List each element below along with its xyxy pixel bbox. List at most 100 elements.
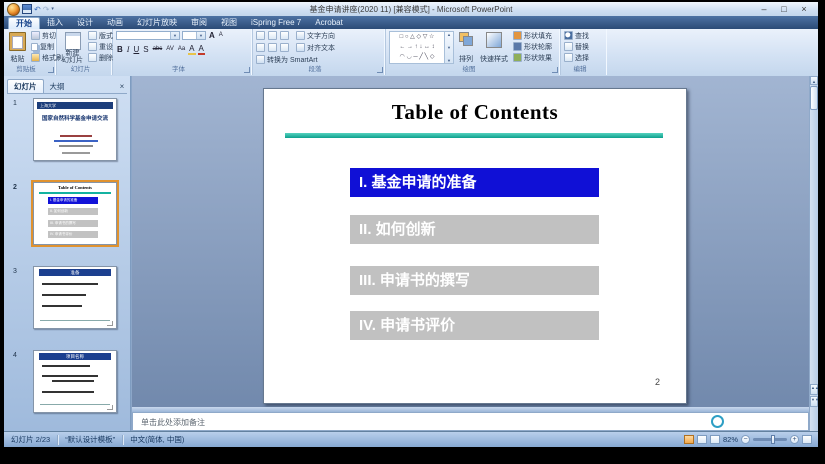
toc-item-3[interactable]: III. 申请书的撰写 — [350, 266, 599, 295]
vertical-scrollbar[interactable]: ▲ ▲▲ ▼▼ — [809, 76, 818, 431]
gallery-up-icon[interactable]: ▲ — [447, 32, 451, 37]
thumb3-footer-line — [40, 320, 110, 321]
toc-item-2[interactable]: II. 如何创新 — [350, 215, 599, 244]
redo-icon[interactable]: ↷ — [43, 5, 50, 14]
group-clipboard: 粘贴 剪切 复制 格式刷 剪贴板 — [4, 29, 57, 75]
current-slide-canvas[interactable]: Table of Contents I. 基金申请的准备 II. 如何创新 II… — [263, 88, 687, 404]
notes-pane[interactable]: 单击此处添加备注 — [132, 412, 809, 431]
close-button[interactable]: × — [798, 3, 810, 15]
group-label-editing: 编辑 — [561, 66, 599, 74]
slide-sorter-view-button[interactable] — [697, 435, 707, 444]
shapes-gallery[interactable]: □ ○ △ ◇ ▽ ☆ ← → ↑ ↓ ↔ ↕ ◠ ◡ ─ ╱ ╲ ◇ — [389, 31, 445, 64]
character-spacing-button[interactable]: AV — [165, 45, 175, 54]
minimize-button[interactable]: – — [758, 3, 770, 15]
slide-editor-area[interactable]: Table of Contents I. 基金申请的准备 II. 如何创新 II… — [132, 76, 809, 431]
tab-animations[interactable]: 动画 — [100, 17, 130, 29]
drawing-dialog-launcher-icon[interactable] — [552, 67, 558, 73]
grow-font-button[interactable]: A — [208, 31, 216, 40]
zoom-out-button[interactable]: − — [741, 435, 750, 444]
thumbnail-number-4: 4 — [13, 352, 17, 359]
indent-icon[interactable] — [280, 31, 289, 40]
align-text-button[interactable]: 对齐文本 — [296, 43, 335, 52]
shape-effects-button[interactable]: 形状效果 — [513, 53, 552, 62]
new-slide-button[interactable]: 新建 幻灯片 — [60, 31, 85, 65]
zoom-in-button[interactable]: + — [790, 435, 799, 444]
save-icon[interactable] — [22, 4, 32, 14]
delete-button[interactable]: 删除 — [88, 53, 113, 62]
scroll-up-icon[interactable]: ▲ — [810, 76, 818, 85]
chevron-down-icon[interactable]: ▼ — [196, 32, 205, 39]
italic-button[interactable]: I — [126, 45, 131, 54]
chevron-down-icon[interactable]: ▼ — [170, 32, 179, 39]
tab-home[interactable]: 开始 — [8, 17, 40, 29]
reset-button[interactable]: 重设 — [88, 42, 113, 51]
replace-icon — [564, 42, 573, 51]
change-case-button[interactable]: Aa — [177, 45, 186, 54]
font-size-combobox[interactable]: ▼ — [182, 31, 206, 40]
panel-close-icon[interactable]: × — [117, 81, 127, 93]
toc-item-4[interactable]: IV. 申请书评价 — [350, 311, 599, 340]
shapes-gallery-scroll[interactable]: ▲ ▼ ▼ — [445, 31, 454, 64]
shadow-button[interactable]: S — [142, 45, 149, 54]
thumbnail-slide-2-selected[interactable]: Table of Contents I. 基金申请的准备 II. 如何创新 II… — [33, 182, 117, 245]
tab-slides-thumbnails[interactable]: 幻灯片 — [7, 79, 44, 93]
paragraph-dialog-launcher-icon[interactable] — [377, 67, 383, 73]
group-slides: 新建 幻灯片 版式 重设 删除 幻灯片 — [57, 29, 113, 75]
arrange-button[interactable]: 排列 — [457, 31, 475, 65]
highlight-color-button[interactable]: A — [188, 44, 195, 55]
align-left-icon[interactable] — [256, 43, 265, 52]
restore-button[interactable]: □ — [778, 3, 790, 15]
zoom-slider[interactable] — [753, 438, 787, 441]
thumbnail-slide-4[interactable]: 项目名称 — [33, 350, 117, 413]
layout-button[interactable]: 版式 — [88, 31, 113, 40]
notes-placeholder[interactable]: 单击此处添加备注 — [141, 417, 205, 428]
thumbnail-slide-3[interactable]: 准备 — [33, 266, 117, 329]
tab-ispring[interactable]: iSpring Free 7 — [244, 17, 308, 29]
quick-styles-button[interactable]: 快速样式 — [478, 31, 510, 65]
next-slide-button[interactable]: ▼▼ — [810, 396, 818, 407]
tab-acrobat[interactable]: Acrobat — [308, 17, 350, 29]
find-button[interactable]: 查找 — [564, 31, 589, 40]
language-indicator[interactable]: 中文(简体, 中国) — [123, 434, 191, 445]
tab-view[interactable]: 视图 — [214, 17, 244, 29]
toc-item-1[interactable]: I. 基金申请的准备 — [350, 168, 599, 197]
slide-title[interactable]: Table of Contents — [264, 100, 686, 125]
align-center-icon[interactable] — [268, 43, 277, 52]
select-button[interactable]: 选择 — [564, 53, 589, 62]
bullets-icon[interactable] — [256, 31, 265, 40]
text-direction-button[interactable]: 文字方向 — [296, 31, 335, 40]
fit-to-window-button[interactable] — [802, 435, 812, 444]
tab-slideshow[interactable]: 幻灯片放映 — [130, 17, 184, 29]
thumbnail-slide-1[interactable]: 上海大学 国家自然科学基金申请交流 — [33, 98, 117, 161]
tab-review[interactable]: 审阅 — [184, 17, 214, 29]
gallery-down-icon[interactable]: ▼ — [447, 45, 451, 50]
underline-button[interactable]: U — [132, 45, 140, 54]
normal-view-button[interactable] — [684, 435, 694, 444]
tab-design[interactable]: 设计 — [70, 17, 100, 29]
smartart-button[interactable]: 转换为 SmartArt — [256, 55, 382, 64]
qat-more-icon[interactable]: ▾ — [51, 5, 54, 14]
font-dialog-launcher-icon[interactable] — [244, 67, 250, 73]
slideshow-view-button[interactable] — [710, 435, 720, 444]
align-right-icon[interactable] — [280, 43, 289, 52]
zoom-slider-handle[interactable] — [771, 435, 775, 444]
previous-slide-button[interactable]: ▲▲ — [810, 384, 818, 395]
paste-button[interactable]: 粘贴 — [7, 31, 28, 65]
tab-outline[interactable]: 大纲 — [44, 80, 71, 93]
zoom-level[interactable]: 82% — [723, 435, 738, 444]
office-button[interactable] — [7, 3, 20, 16]
replace-button[interactable]: 替换 — [564, 42, 589, 51]
numbering-icon[interactable] — [268, 31, 277, 40]
shape-fill-button[interactable]: 形状填充 — [513, 31, 552, 40]
scrollbar-thumb[interactable] — [810, 86, 818, 110]
shrink-font-button[interactable]: A — [218, 31, 224, 40]
bold-button[interactable]: B — [116, 45, 124, 54]
gallery-more-icon[interactable]: ▼ — [447, 58, 451, 63]
font-color-button[interactable]: A — [198, 44, 205, 55]
undo-icon[interactable]: ↶ — [34, 5, 41, 14]
shape-outline-button[interactable]: 形状轮廓 — [513, 42, 552, 51]
clipboard-dialog-launcher-icon[interactable] — [48, 67, 54, 73]
strikethrough-button[interactable]: abc — [152, 45, 164, 54]
tab-insert[interactable]: 插入 — [40, 17, 70, 29]
font-name-combobox[interactable]: ▼ — [116, 31, 180, 40]
